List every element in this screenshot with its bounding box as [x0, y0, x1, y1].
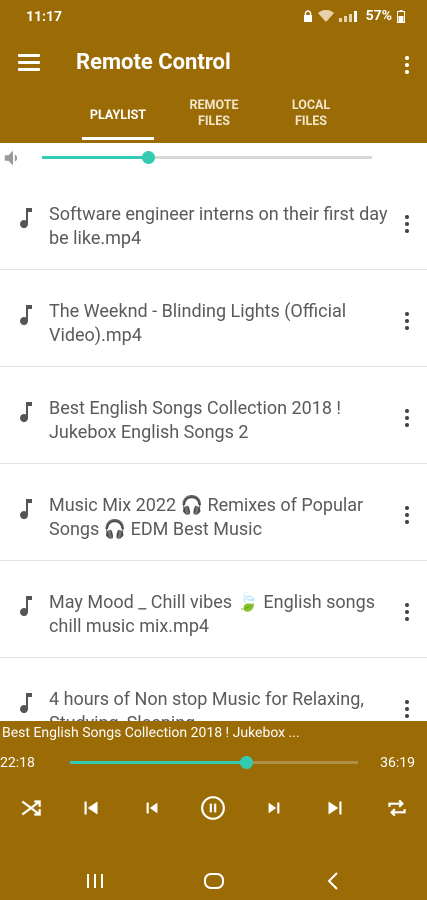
list-item[interactable]: May Mood _ Chill vibes 🍃 English songs c…	[0, 561, 427, 658]
seek-slider-thumb[interactable]	[239, 756, 253, 769]
app-bar: Remote Control PLAYLIST REMOTE FILES LOC…	[0, 36, 427, 143]
status-bar: 11:17 57%	[0, 0, 427, 36]
volume-slider-thumb[interactable]	[141, 151, 155, 164]
menu-icon[interactable]	[18, 54, 40, 72]
previous-icon[interactable]	[139, 795, 165, 821]
music-note-icon	[20, 596, 32, 617]
seek-slider-fill	[70, 761, 246, 764]
list-item-title: Best English Songs Collection 2018 ! Juk…	[49, 398, 342, 443]
volume-icon[interactable]	[2, 147, 24, 169]
music-note-icon	[20, 499, 32, 520]
list-item[interactable]: Best English Songs Collection 2018 ! Juk…	[0, 367, 427, 464]
player-panel: Best English Songs Collection 2018 ! Juk…	[0, 721, 427, 900]
volume-row	[0, 143, 427, 173]
battery-icon	[397, 9, 405, 23]
playlist: Software engineer interns on their first…	[0, 173, 427, 721]
tab-indicator	[82, 137, 154, 140]
item-more-icon[interactable]	[404, 603, 410, 621]
volume-slider[interactable]	[42, 151, 372, 164]
duration-time: 36:19	[380, 755, 415, 771]
playback-controls	[0, 795, 427, 823]
skip-next-icon[interactable]	[322, 795, 348, 821]
list-item[interactable]: Software engineer interns on their first…	[0, 173, 427, 270]
list-item-title: The Weeknd - Blinding Lights (Official V…	[49, 301, 347, 346]
overflow-menu-icon[interactable]	[403, 56, 411, 76]
page-title: Remote Control	[76, 50, 231, 75]
tab-local-files[interactable]: LOCAL FILES	[276, 98, 346, 130]
list-item[interactable]: Music Mix 2022 🎧 Remixes of Popular Song…	[0, 464, 427, 561]
home-icon[interactable]	[202, 869, 226, 893]
list-item-title: Music Mix 2022 🎧 Remixes of Popular Song…	[49, 495, 364, 540]
list-item-title: May Mood _ Chill vibes 🍃 English songs c…	[49, 592, 376, 637]
music-note-icon	[20, 305, 32, 326]
music-note-icon	[20, 208, 32, 229]
shuffle-icon[interactable]	[18, 795, 44, 821]
list-item[interactable]: The Weeknd - Blinding Lights (Official V…	[0, 270, 427, 367]
lock-icon	[303, 10, 312, 22]
signal-icon	[338, 11, 357, 22]
tab-remote-files[interactable]: REMOTE FILES	[178, 98, 250, 130]
item-more-icon[interactable]	[404, 215, 410, 233]
status-time: 11:17	[26, 9, 63, 25]
status-icons: 57%	[303, 8, 405, 24]
next-icon[interactable]	[261, 795, 287, 821]
music-note-icon	[20, 402, 32, 423]
volume-slider-fill	[42, 156, 148, 159]
list-item[interactable]: 4 hours of Non stop Music for Relaxing, …	[0, 658, 427, 721]
list-item-title: Software engineer interns on their first…	[49, 204, 388, 249]
skip-previous-icon[interactable]	[78, 795, 104, 821]
music-note-icon	[20, 693, 32, 714]
system-nav-bar	[0, 861, 427, 900]
list-item-title: 4 hours of Non stop Music for Relaxing, …	[49, 689, 364, 721]
item-more-icon[interactable]	[404, 409, 410, 427]
back-icon[interactable]	[322, 869, 346, 893]
position-time: 22:18	[0, 755, 35, 771]
item-more-icon[interactable]	[404, 312, 410, 330]
pause-icon[interactable]	[200, 795, 226, 821]
wifi-icon	[317, 10, 334, 22]
item-more-icon[interactable]	[404, 506, 410, 524]
repeat-icon[interactable]	[384, 795, 410, 821]
recent-apps-icon[interactable]	[83, 869, 107, 893]
battery-percent: 57%	[365, 8, 392, 24]
now-playing-title: Best English Songs Collection 2018 ! Juk…	[2, 725, 300, 741]
tab-playlist[interactable]: PLAYLIST	[82, 108, 154, 124]
item-more-icon[interactable]	[404, 700, 410, 718]
seek-slider[interactable]	[70, 756, 358, 769]
